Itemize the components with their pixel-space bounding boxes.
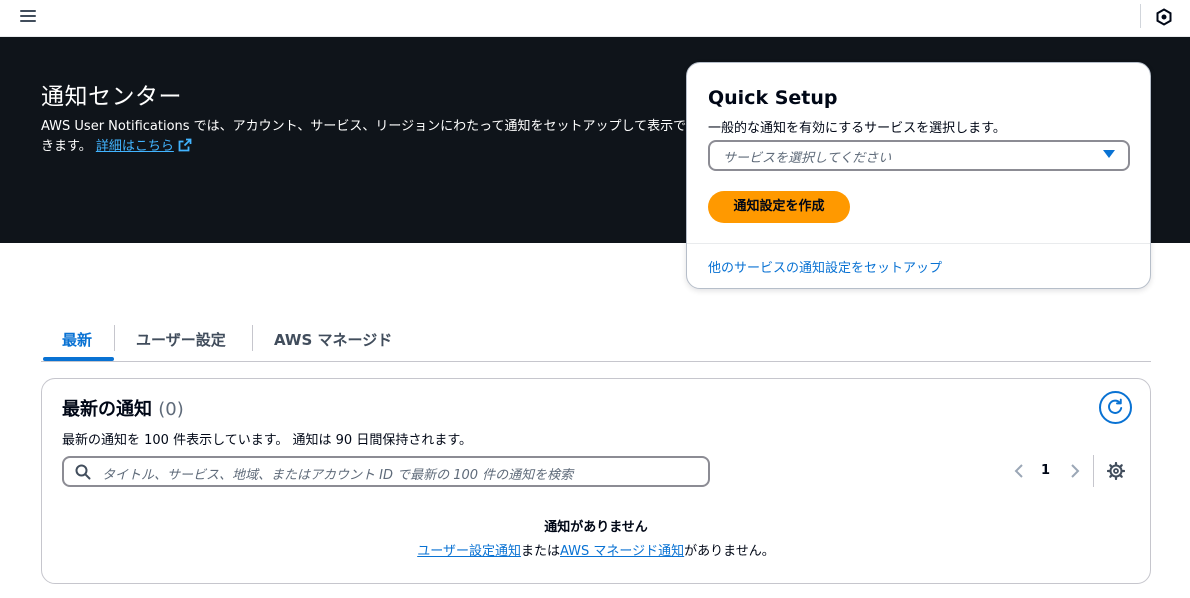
external-link-icon [178,138,192,152]
learn-more-link[interactable]: 詳細はこちら [95,138,192,154]
aws-managed-notifications-link[interactable]: AWS マネージド通知 [560,544,684,559]
notification-count: (0) [158,399,184,420]
page-description: AWS User Notifications では、アカウント、サービス、リージ… [41,117,691,157]
topbar-divider [1140,4,1141,28]
chevron-right-icon[interactable] [1068,463,1082,479]
tab-aws-managed[interactable]: AWS マネージド [274,329,392,350]
panel-title-text: 最新の通知 [62,399,152,420]
search-input[interactable]: タイトル、サービス、地域、またはアカウント ID で最新の 100 件の通知を検… [62,456,710,487]
learn-more-link-label: 詳細はこちら [95,139,174,154]
empty-state-description: ユーザー設定通知またはAWS マネージド通知がありません。 [42,540,1150,559]
tab-bar: 最新 ユーザー設定 AWS マネージド [41,320,1151,362]
service-select[interactable]: サービスを選択してください [708,140,1130,171]
panel-title: 最新の通知 (0) [62,395,184,421]
hamburger-menu-icon[interactable] [20,10,36,24]
quick-setup-card: Quick Setup 一般的な通知を有効にするサービスを選択します。 サービス… [686,62,1151,289]
create-notification-config-button[interactable]: 通知設定を作成 [708,191,850,223]
tab-latest[interactable]: 最新 [62,329,92,350]
search-placeholder: タイトル、サービス、地域、またはアカウント ID で最新の 100 件の通知を検… [102,468,574,483]
gear-icon[interactable] [1107,462,1125,480]
chevron-left-icon[interactable] [1012,463,1026,479]
service-select-placeholder: サービスを選択してください [723,151,892,166]
page-title: 通知センター [41,84,182,110]
divider [687,243,1150,244]
top-navigation-bar [0,0,1190,37]
setup-other-services-link[interactable]: 他のサービスの通知設定をセットアップ [708,257,942,276]
hexagon-icon[interactable] [1155,8,1173,26]
quick-setup-title: Quick Setup [708,87,838,109]
refresh-icon[interactable] [1099,391,1132,424]
empty-suffix-text: がありません。 [684,544,775,559]
empty-or-text: または [520,544,560,559]
tab-user-settings[interactable]: ユーザー設定 [136,329,226,350]
empty-state-title: 通知がありません [544,520,648,535]
tab-separator [114,325,115,351]
panel-description: 最新の通知を 100 件表示しています。 通知は 90 日間保持されます。 [62,433,473,448]
latest-notifications-panel: 最新の通知 (0) 最新の通知を 100 件表示しています。 通知は 90 日間… [41,378,1151,584]
tab-separator [252,325,253,351]
search-icon [75,464,91,480]
user-settings-notifications-link[interactable]: ユーザー設定通知 [417,544,521,559]
active-tab-indicator [43,357,114,361]
quick-setup-subtitle: 一般的な通知を有効にするサービスを選択します。 [708,121,1006,136]
pagination-separator [1093,455,1094,487]
page-number[interactable]: 1 [1041,463,1050,478]
caret-down-icon [1103,150,1115,158]
